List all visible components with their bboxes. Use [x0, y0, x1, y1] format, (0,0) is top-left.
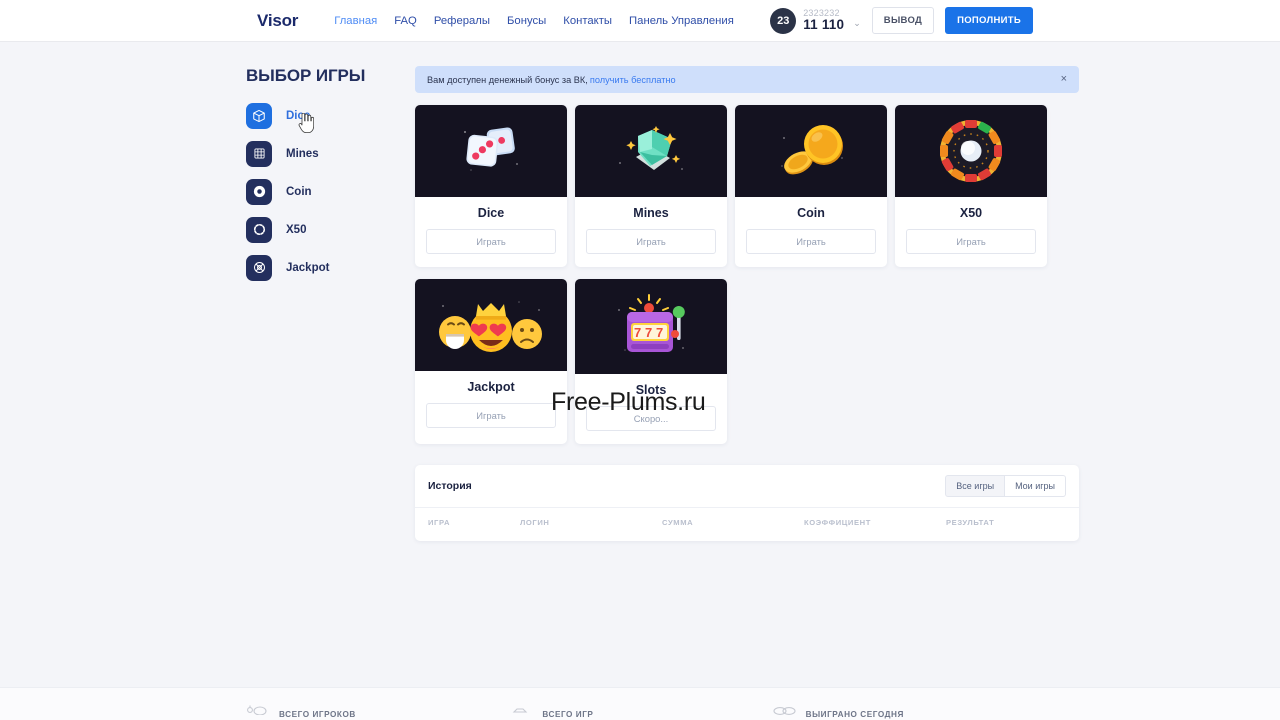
bonus-banner-text: Вам доступен денежный бонус за ВК, — [427, 74, 588, 85]
game-art-jackpot — [415, 279, 567, 371]
account-summary[interactable]: 23 2323232 11 110 ⌄ — [770, 7, 861, 34]
column-coefficient: КОЭФФИЦИЕНТ — [804, 518, 871, 527]
close-icon[interactable]: × — [1061, 74, 1067, 85]
game-card-jackpot[interactable]: Jackpot Играть — [415, 279, 567, 444]
footer-stats-bar: ВСЕГО ИГРОКОВ ВСЕГО ИГР ВЫИГРАНО СЕГОДНЯ — [0, 687, 1280, 720]
game-card-title: Slots — [635, 383, 667, 397]
stat-label: ВСЕГО ИГР — [542, 710, 594, 719]
sidebar-item-dice[interactable]: Dice — [246, 102, 387, 133]
sidebar-item-label: Mines — [286, 147, 319, 160]
nav-link-referrals[interactable]: Рефералы — [434, 15, 490, 27]
column-amount: СУММА — [662, 518, 694, 527]
stat-total-players: ВСЕГО ИГРОКОВ — [245, 702, 508, 720]
dice-stat-icon — [508, 702, 534, 720]
game-card-title: Jackpot — [467, 380, 515, 394]
sidebar-title: ВЫБОР ИГРЫ — [246, 66, 366, 85]
sidebar-item-label: Jackpot — [286, 261, 330, 274]
game-card-mines[interactable]: Mines Играть — [575, 105, 727, 267]
target-icon — [246, 254, 272, 281]
sidebar-item-label: Dice — [286, 109, 311, 122]
nav-link-faq[interactable]: FAQ — [394, 15, 417, 27]
top-header: Visor Главная FAQ Рефералы Бонусы Контак… — [0, 0, 1280, 41]
play-button[interactable]: Играть — [586, 229, 716, 254]
game-card-title: Mines — [633, 206, 669, 220]
game-card-x50[interactable]: X50 Играть — [895, 105, 1047, 267]
column-login: ЛОГИН — [520, 518, 550, 527]
svg-text:7: 7 — [645, 325, 652, 340]
nav-link-bonuses[interactable]: Бонусы — [507, 15, 546, 27]
page-body: ВЫБОР ИГРЫ Dice Mines Coin X50 Jackpot В… — [0, 41, 1280, 720]
sidebar-item-mines[interactable]: Mines — [246, 140, 387, 167]
play-button[interactable]: Играть — [746, 229, 876, 254]
history-table-header: ИГРА ЛОГИН СУММА КОЭФФИЦИЕНТ РЕЗУЛЬТАТ — [415, 508, 1079, 541]
play-button[interactable]: Играть — [426, 403, 556, 428]
column-result: РЕЗУЛЬТАТ — [946, 518, 995, 527]
game-art-dice — [415, 105, 567, 197]
svg-text:7: 7 — [634, 325, 641, 340]
sidebar-item-coin[interactable]: Coin — [246, 178, 387, 205]
coming-soon-button[interactable]: Скоро... — [586, 406, 716, 431]
game-card-dice[interactable]: Dice Играть — [415, 105, 567, 267]
nav-link-control-panel[interactable]: Панель Управления — [629, 15, 734, 27]
games-grid: Dice Играть Mines Играть Coin Играть X50… — [415, 105, 1079, 444]
coin-icon — [246, 178, 272, 205]
deposit-button[interactable]: ПОПОЛНИТЬ — [945, 7, 1033, 34]
account-balance: 11 110 — [803, 17, 845, 33]
main-navigation: Главная FAQ Рефералы Бонусы Контакты Пан… — [334, 15, 734, 27]
game-art-x50 — [895, 105, 1047, 197]
withdraw-button[interactable]: ВЫВОД — [871, 7, 935, 34]
cube-icon — [246, 102, 272, 129]
svg-text:7: 7 — [656, 325, 663, 340]
column-game: ИГРА — [428, 518, 451, 527]
stat-won-today: ВЫИГРАНО СЕГОДНЯ — [772, 702, 1035, 720]
game-art-slots: 777 — [575, 279, 727, 374]
history-panel: История Все игры Мои игры ИГРА ЛОГИН СУМ… — [415, 465, 1079, 541]
nav-link-home[interactable]: Главная — [334, 15, 377, 27]
game-art-coin — [735, 105, 887, 197]
dashed-circle-icon — [246, 216, 272, 243]
game-sidebar: ВЫБОР ИГРЫ Dice Mines Coin X50 Jackpot — [245, 66, 387, 541]
stat-label: ВСЕГО ИГРОКОВ — [279, 710, 356, 719]
game-card-coin[interactable]: Coin Играть — [735, 105, 887, 267]
game-card-title: Dice — [477, 206, 505, 220]
stat-total-games: ВСЕГО ИГР — [508, 702, 771, 720]
level-badge: 23 — [770, 7, 797, 34]
game-card-title: X50 — [959, 206, 983, 220]
sidebar-item-jackpot[interactable]: Jackpot — [246, 254, 387, 281]
nav-link-contacts[interactable]: Контакты — [563, 15, 612, 27]
game-art-mines — [575, 105, 727, 197]
main-content: Вам доступен денежный бонус за ВК, получ… — [387, 66, 1079, 541]
chevron-down-icon[interactable]: ⌄ — [853, 18, 861, 29]
game-card-title: Coin — [797, 206, 825, 220]
site-logo[interactable]: Visor — [257, 11, 298, 31]
bonus-banner-link[interactable]: получить бесплатно — [590, 75, 676, 85]
history-title: История — [428, 480, 472, 492]
stat-label: ВЫИГРАНО СЕГОДНЯ — [805, 710, 904, 719]
history-filter-tabs: Все игры Мои игры — [945, 475, 1066, 497]
tab-my-games[interactable]: Мои игры — [1005, 475, 1066, 497]
tab-all-games[interactable]: Все игры — [945, 475, 1006, 497]
play-button[interactable]: Играть — [906, 229, 1036, 254]
game-card-slots[interactable]: 777 Slots Скоро... — [575, 279, 727, 444]
play-button[interactable]: Играть — [426, 229, 556, 254]
coins-stat-icon — [772, 702, 798, 720]
sidebar-item-x50[interactable]: X50 — [246, 216, 387, 243]
sidebar-item-label: Coin — [286, 185, 312, 198]
sidebar-item-label: X50 — [286, 223, 307, 236]
bonus-banner: Вам доступен денежный бонус за ВК, получ… — [415, 66, 1079, 93]
grid-icon — [246, 140, 272, 167]
users-icon — [245, 702, 271, 720]
